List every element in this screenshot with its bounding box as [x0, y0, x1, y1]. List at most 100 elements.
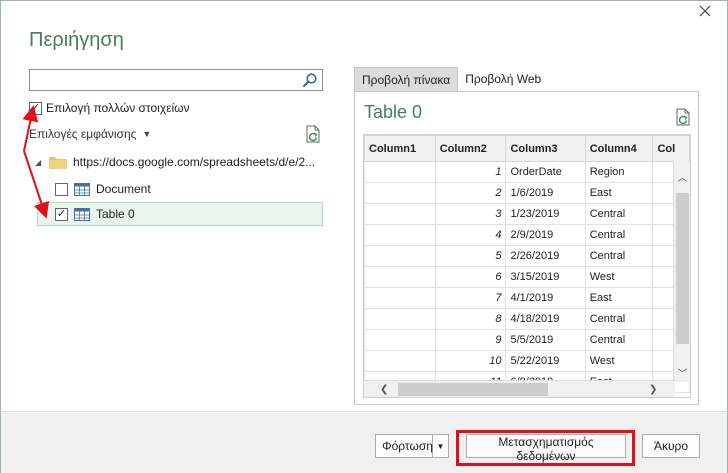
table-cell [364, 203, 436, 225]
table-cell: 1 [434, 161, 507, 183]
display-options-label: Επιλογές εμφάνισης [29, 127, 137, 141]
table-cell: 9 [434, 329, 507, 351]
cancel-button[interactable]: Άκυρο [642, 434, 700, 458]
column-header[interactable]: Column1 [364, 135, 436, 162]
search-input[interactable] [30, 70, 300, 90]
table-cell: 2/9/2019 [505, 224, 586, 246]
folder-icon [49, 157, 67, 169]
table-cell: East [584, 287, 654, 309]
table-cell: 1/6/2019 [505, 182, 586, 204]
search-icon[interactable] [302, 72, 318, 88]
scroll-left-icon[interactable]: ❮ [380, 381, 388, 397]
multi-select-label: Επιλογή πολλών στοιχείων [46, 101, 190, 115]
table-row: 6 3/15/2019 West [364, 266, 690, 288]
table-cell: 6 [434, 266, 507, 288]
document-label: Document [96, 182, 151, 196]
table-cell: 5/5/2019 [505, 329, 586, 351]
horizontal-scrollbar[interactable]: ❮ ❯ [364, 380, 675, 397]
table-cell: 10 [434, 350, 507, 372]
preview-panel: Προβολή πίνακα Προβολή Web Table 0 Colum… [354, 67, 699, 405]
vertical-scroll-thumb[interactable] [676, 193, 689, 344]
header-row: Column1 Column2 Column3 Column4 Col [364, 135, 690, 162]
preview-table: Column1 Column2 Column3 Column4 Col 1 Ord… [364, 135, 690, 393]
table-row: 1 OrderDate Region [364, 161, 690, 183]
table-cell: 2/26/2019 [505, 245, 586, 267]
close-icon [699, 5, 711, 17]
tree-root-label: https://docs.google.com/spreadsheets/d/e… [73, 155, 316, 169]
close-button[interactable] [697, 5, 713, 21]
tab-web-view[interactable]: Προβολή Web [458, 67, 548, 91]
scroll-right-icon[interactable]: ❯ [649, 381, 657, 397]
tree-item-table-0[interactable]: ✓ Table 0 [37, 202, 323, 226]
scroll-up-icon[interactable]: ︿ [674, 169, 690, 184]
table-row: 4 2/9/2019 Central [364, 224, 690, 246]
dialog-footer: Φόρτωση ▼ Μετασχηματισμός δεδομένων Άκυρ… [1, 411, 727, 473]
table-cell: 8 [434, 308, 507, 330]
dialog-title: Περιήγηση [29, 29, 124, 51]
table-icon [74, 207, 90, 221]
table-cell [364, 308, 436, 330]
refresh-preview-icon[interactable] [675, 108, 691, 126]
horizontal-scroll-thumb[interactable] [398, 383, 548, 396]
tree-root-node[interactable]: ◢ https://docs.google.com/spreadsheets/d… [35, 155, 315, 169]
load-dropdown-button[interactable]: ▼ [433, 434, 449, 458]
table-cell: Central [584, 224, 654, 246]
scroll-down-icon[interactable]: ﹀ [674, 365, 690, 380]
table-row: 7 4/1/2019 East [364, 287, 690, 309]
table-cell: 4/1/2019 [505, 287, 586, 309]
chevron-down-icon: ▼ [436, 441, 445, 451]
caret-down-icon: ▼ [142, 129, 152, 139]
table-cell: 3/15/2019 [505, 266, 586, 288]
refresh-icon[interactable] [305, 125, 321, 143]
document-checkbox[interactable] [55, 182, 68, 196]
column-header[interactable]: Column3 [505, 135, 586, 162]
table-cell [364, 182, 436, 204]
table-cell: Central [584, 245, 654, 267]
preview-tabs: Προβολή πίνακα Προβολή Web [354, 67, 548, 91]
column-header[interactable]: Column4 [584, 135, 654, 162]
tree-item-document[interactable]: Document [55, 178, 151, 200]
table-cell [364, 245, 436, 267]
table-cell: 5 [434, 245, 507, 267]
table-cell: East [584, 182, 654, 204]
table-cell: 4/18/2019 [505, 308, 586, 330]
table-cell: Central [584, 308, 654, 330]
table-cell: Central [584, 329, 654, 351]
table-cell: West [584, 350, 654, 372]
column-header[interactable]: Col [652, 135, 690, 162]
table-cell: 7 [434, 287, 507, 309]
table-cell: 4 [434, 224, 507, 246]
table-cell: 5/22/2019 [505, 350, 586, 372]
table-cell [364, 329, 436, 351]
table-row: 9 5/5/2019 Central [364, 329, 690, 351]
search-box[interactable] [29, 69, 323, 91]
column-header[interactable]: Column2 [434, 135, 507, 162]
multi-select-option[interactable]: ✓ Επιλογή πολλών στοιχείων [29, 101, 190, 115]
table-row: 3 1/23/2019 Central [364, 203, 690, 225]
load-button[interactable]: Φόρτωση [375, 434, 433, 458]
table-row: 2 1/6/2019 East [364, 182, 690, 204]
navigator-dialog: Περιήγηση ✓ Επιλογή πολλών στοιχείων Επι… [0, 0, 728, 473]
table-cell [364, 224, 436, 246]
table-cell: Central [584, 203, 654, 225]
multi-select-checkbox[interactable]: ✓ [29, 101, 42, 115]
table-row: 10 5/22/2019 West [364, 350, 690, 372]
table-cell [364, 161, 436, 183]
table-cell [364, 350, 436, 372]
table-cell: OrderDate [505, 161, 586, 183]
transform-data-button[interactable]: Μετασχηματισμός δεδομένων [466, 434, 626, 463]
table-cell [364, 287, 436, 309]
preview-box: Table 0 Column1 Column2 Column3 Column4 [354, 91, 699, 405]
table-0-label: Table 0 [96, 207, 135, 221]
load-split-button: Φόρτωση ▼ [375, 434, 449, 458]
table-icon [74, 182, 90, 196]
table-row: 5 2/26/2019 Central [364, 245, 690, 267]
table-cell [364, 266, 436, 288]
preview-title: Table 0 [364, 102, 423, 122]
tab-table-view[interactable]: Προβολή πίνακα [354, 67, 459, 91]
display-options-dropdown[interactable]: Επιλογές εμφάνισης ▼ [29, 127, 151, 141]
table-cell: 3 [434, 203, 507, 225]
vertical-scrollbar[interactable]: ︿ ﹀ [673, 161, 690, 382]
collapse-triangle-icon[interactable]: ◢ [35, 158, 43, 167]
table-0-checkbox[interactable]: ✓ [55, 207, 68, 221]
